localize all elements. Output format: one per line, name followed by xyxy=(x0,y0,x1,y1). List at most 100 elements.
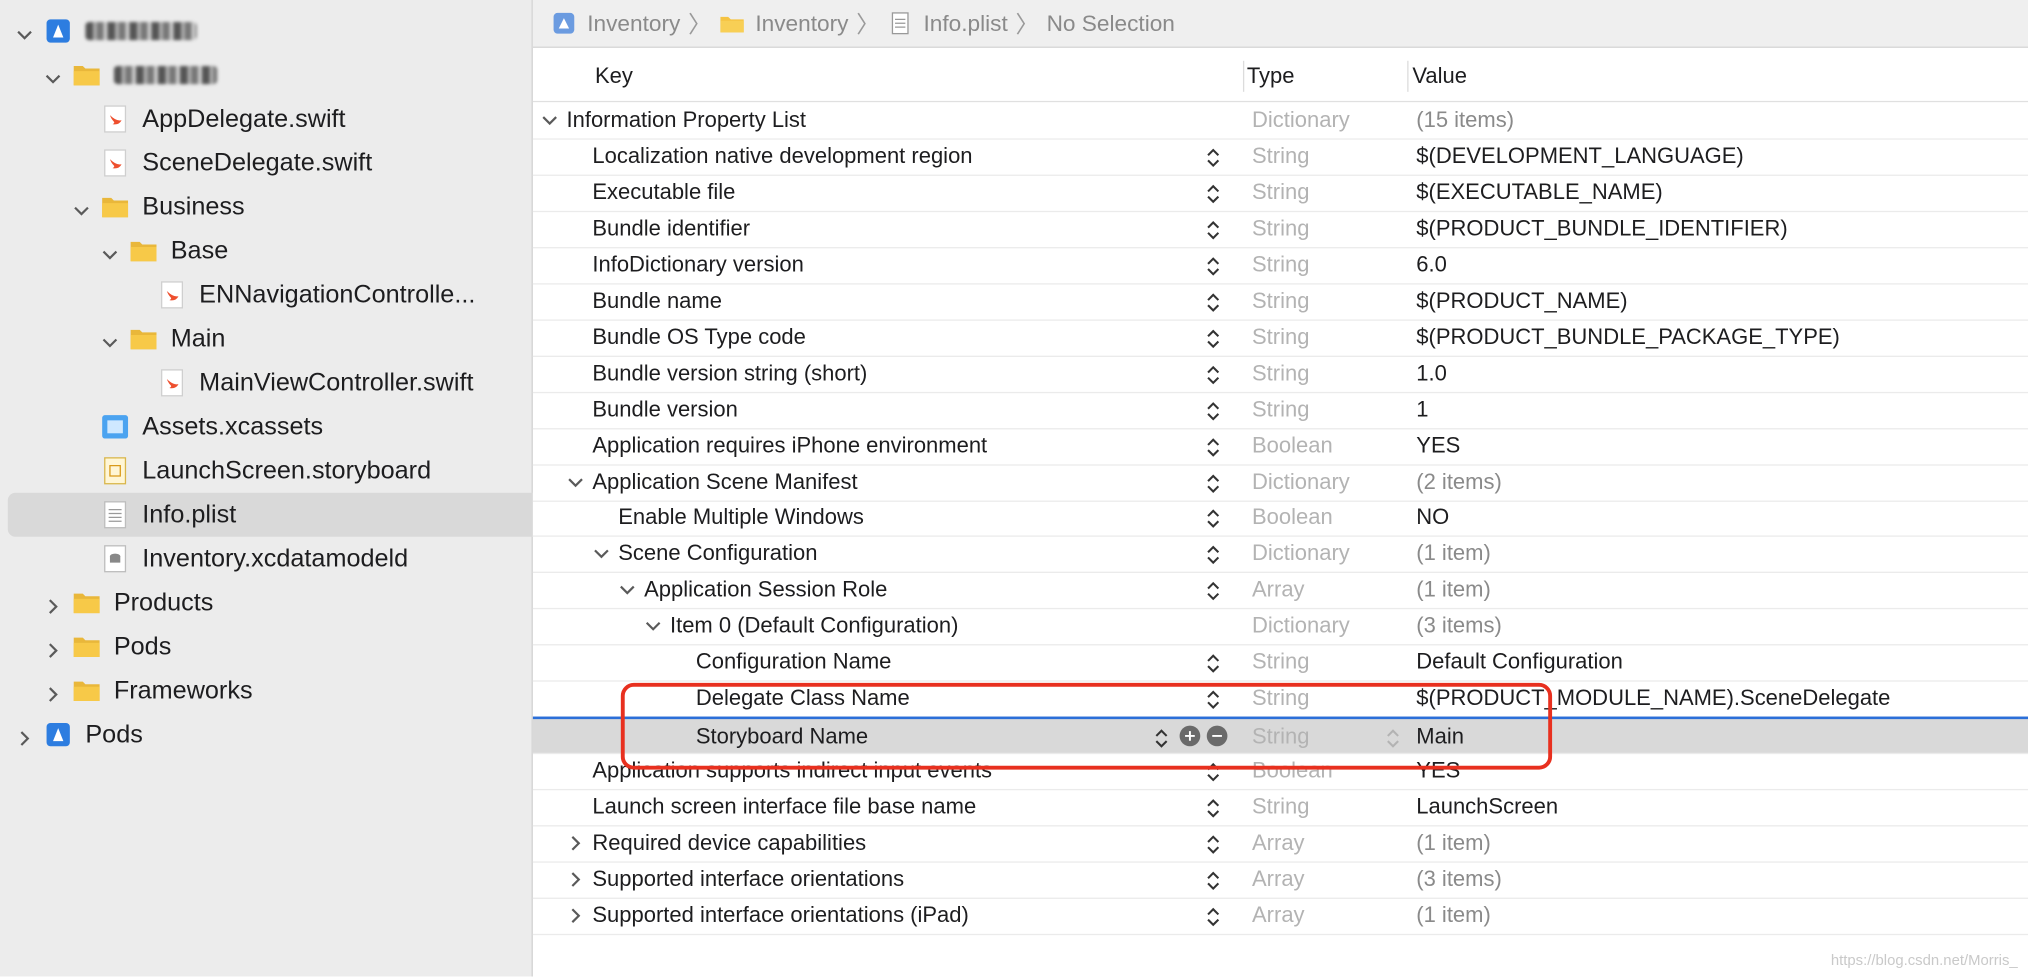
up-down-chevron-icon[interactable] xyxy=(1204,688,1222,711)
plist-value[interactable]: (3 items) xyxy=(1416,866,1502,892)
plist-type[interactable]: Dictionary xyxy=(1252,107,1350,133)
disclosure-toggle[interactable] xyxy=(44,638,62,658)
plist-type[interactable]: String xyxy=(1252,650,1309,676)
chevron-right-icon[interactable] xyxy=(44,686,62,704)
plist-value[interactable]: (1 item) xyxy=(1416,577,1491,603)
plist-value[interactable]: $(EXECUTABLE_NAME) xyxy=(1416,180,1662,206)
plist-row[interactable]: Application Session Role Array (1 item) xyxy=(532,572,2028,610)
disclosure-toggle[interactable] xyxy=(16,726,34,747)
plist-value[interactable]: $(PRODUCT_MODULE_NAME).SceneDelegate xyxy=(1416,686,1890,712)
plist-key[interactable]: Application Session Role xyxy=(644,577,887,603)
up-down-chevron-icon[interactable] xyxy=(1204,508,1222,531)
chevron-down-icon[interactable] xyxy=(101,334,119,352)
plist-value[interactable]: Main xyxy=(1416,724,1464,750)
plist-row[interactable]: Required device capabilities Array (1 item… xyxy=(532,825,2028,863)
plist-row[interactable]: Scene Configuration Dictionary (1 item) xyxy=(532,536,2028,574)
crumb-file[interactable]: Info.plist xyxy=(887,10,1008,37)
plist-type[interactable]: String xyxy=(1252,216,1309,242)
plist-row[interactable]: Supported interface orientations Array (3 … xyxy=(532,861,2028,899)
plist-type[interactable]: String xyxy=(1252,397,1309,423)
up-down-chevron-icon[interactable] xyxy=(1204,471,1222,494)
plist-type[interactable]: Array xyxy=(1252,866,1305,892)
remove-row-button[interactable] xyxy=(1206,725,1228,747)
plist-row[interactable]: Information Property List Dictionary (15 i… xyxy=(532,102,2028,140)
plist-key[interactable]: Bundle name xyxy=(592,288,722,314)
up-down-chevron-icon[interactable] xyxy=(1204,218,1222,241)
plist-key[interactable]: Storyboard Name xyxy=(696,724,868,750)
up-down-chevron-icon[interactable] xyxy=(1204,652,1222,675)
chevron-right-icon[interactable] xyxy=(567,907,585,925)
disclosure-toggle[interactable] xyxy=(44,682,62,702)
navigator-item[interactable]: Pods xyxy=(44,625,171,669)
plist-row[interactable]: Bundle identifier String $(PRODUCT_BUNDLE_… xyxy=(532,211,2028,249)
chevron-right-icon[interactable] xyxy=(16,729,34,747)
up-down-chevron-icon[interactable] xyxy=(1204,761,1222,784)
plist-row[interactable]: Item 0 (Default Configuration) Dictionary… xyxy=(532,608,2028,646)
up-down-chevron-icon[interactable] xyxy=(1204,399,1222,422)
plist-type[interactable]: Dictionary xyxy=(1252,469,1350,495)
plist-row[interactable]: Application Scene Manifest Dictionary (2 i… xyxy=(532,464,2028,502)
plist-value[interactable]: (1 item) xyxy=(1416,541,1491,567)
plist-key[interactable]: Supported interface orientations xyxy=(592,866,904,892)
column-divider[interactable] xyxy=(1242,60,1245,92)
up-down-chevron-icon[interactable] xyxy=(1204,905,1222,928)
chevron-right-icon[interactable] xyxy=(44,598,62,616)
up-down-chevron-icon[interactable] xyxy=(1204,869,1222,892)
column-key[interactable]: Key xyxy=(595,63,633,89)
chevron-right-icon[interactable] xyxy=(567,870,585,888)
plist-row[interactable]: Launch screen interface file base name St… xyxy=(532,789,2028,827)
plist-key[interactable]: Launch screen interface file base name xyxy=(592,794,976,820)
plist-value[interactable]: LaunchScreen xyxy=(1416,794,1558,820)
disclosure-toggle[interactable] xyxy=(101,242,119,260)
plist-key[interactable]: Item 0 (Default Configuration) xyxy=(670,613,958,639)
plist-value[interactable]: (1 item) xyxy=(1416,903,1491,929)
plist-type[interactable]: Dictionary xyxy=(1252,613,1350,639)
up-down-chevron-icon[interactable] xyxy=(1204,363,1222,386)
plist-key[interactable]: Bundle identifier xyxy=(592,216,750,242)
plist-type[interactable]: Boolean xyxy=(1252,433,1333,459)
up-down-chevron-icon[interactable] xyxy=(1204,327,1222,350)
up-down-chevron-icon[interactable] xyxy=(1152,727,1170,750)
up-down-chevron-icon[interactable] xyxy=(1204,580,1222,603)
plist-row[interactable]: Application requires iPhone environment B… xyxy=(532,428,2028,466)
up-down-chevron-icon[interactable] xyxy=(1204,291,1222,314)
navigator-item[interactable]: Info.plist xyxy=(7,492,577,537)
column-value[interactable]: Value xyxy=(1412,63,1467,89)
plist-type[interactable]: Array xyxy=(1252,577,1305,603)
plist-value[interactable]: (2 items) xyxy=(1416,469,1502,495)
plist-row[interactable]: Storyboard Name String Main xyxy=(532,716,2028,755)
type-popup-chevron-icon[interactable] xyxy=(1384,727,1402,750)
plist-type[interactable]: String xyxy=(1252,288,1309,314)
plist-type[interactable]: Array xyxy=(1252,830,1305,856)
plist-type[interactable]: String xyxy=(1252,324,1309,350)
plist-type[interactable]: Array xyxy=(1252,903,1305,929)
plist-type[interactable]: String xyxy=(1252,360,1309,386)
navigator-item[interactable] xyxy=(44,53,218,97)
disclosure-toggle[interactable] xyxy=(44,66,62,84)
plist-type[interactable]: String xyxy=(1252,724,1309,750)
plist-row[interactable]: Bundle name String $(PRODUCT_NAME) xyxy=(532,283,2028,321)
plist-value[interactable]: $(PRODUCT_BUNDLE_IDENTIFIER) xyxy=(1416,216,1787,242)
plist-key[interactable]: Application supports indirect input even… xyxy=(592,758,992,784)
plist-row[interactable]: Supported interface orientations (iPad) A… xyxy=(532,897,2028,935)
plist-row[interactable]: Bundle OS Type code String $(PRODUCT_BUNDL… xyxy=(532,319,2028,357)
plist-value[interactable]: $(PRODUCT_NAME) xyxy=(1416,288,1627,314)
plist-key[interactable]: Information Property List xyxy=(567,107,807,133)
chevron-right-icon[interactable] xyxy=(44,642,62,660)
plist-type[interactable]: String xyxy=(1252,180,1309,206)
chevron-down-icon[interactable] xyxy=(618,581,636,599)
plist-key[interactable]: InfoDictionary version xyxy=(592,252,803,278)
navigator-item[interactable]: Business xyxy=(72,185,245,229)
plist-value[interactable]: 1 xyxy=(1416,397,1428,423)
up-down-chevron-icon[interactable] xyxy=(1204,797,1222,820)
disclosure-toggle[interactable] xyxy=(101,330,119,348)
plist-value[interactable]: 6.0 xyxy=(1416,252,1447,278)
plist-value[interactable]: Default Configuration xyxy=(1416,650,1623,676)
navigator-item[interactable] xyxy=(16,9,197,53)
plist-type[interactable]: String xyxy=(1252,252,1309,278)
plist-value[interactable]: $(PRODUCT_BUNDLE_PACKAGE_TYPE) xyxy=(1416,324,1840,350)
plist-key[interactable]: Supported interface orientations (iPad) xyxy=(592,903,968,929)
navigator-item[interactable]: Main xyxy=(101,317,225,361)
navigator-item[interactable]: SceneDelegate.swift xyxy=(72,141,372,185)
navigator-item[interactable]: AppDelegate.swift xyxy=(72,97,346,141)
